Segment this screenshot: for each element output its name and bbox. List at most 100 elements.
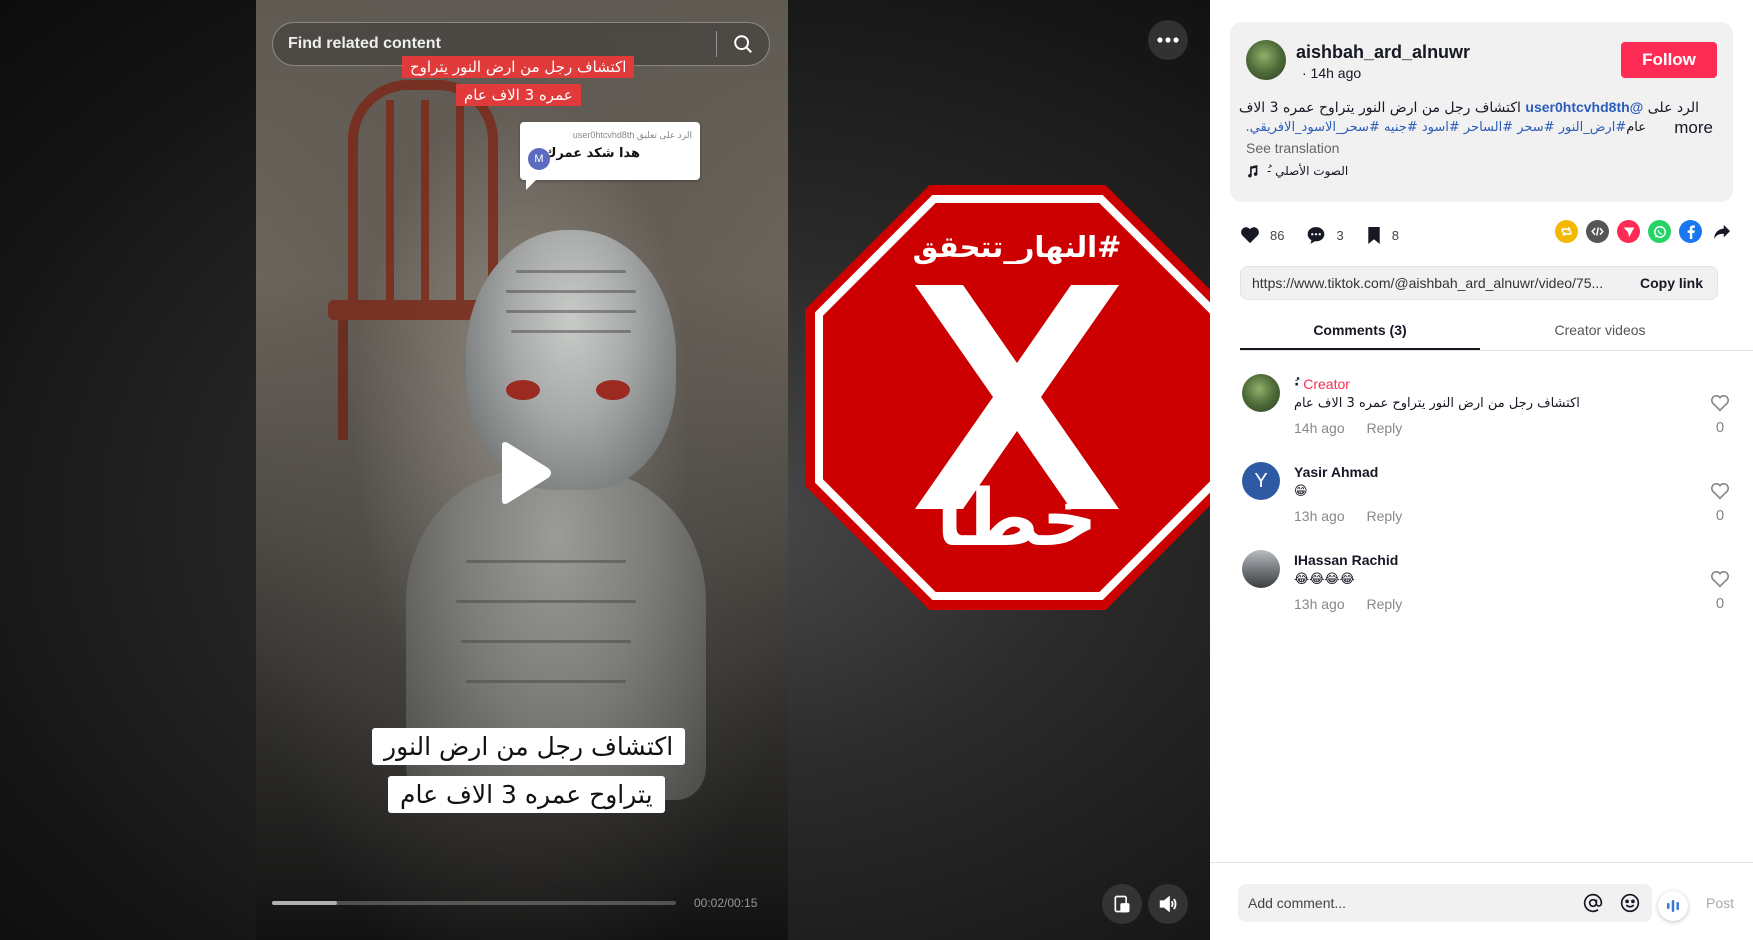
video-caption-top-line1: اكتشاف رجل من ارض النور يتراوح — [402, 56, 635, 78]
like-action[interactable]: 86 — [1240, 226, 1284, 244]
music-note-icon — [1248, 164, 1258, 178]
video-caption-bottom-line2: يتراوح عمره 3 الاف عام — [388, 776, 665, 813]
stop-sign-verdict: خطأ — [936, 467, 1097, 564]
creator-badge: Creator — [1303, 376, 1350, 392]
voice-assist-button[interactable] — [1658, 891, 1688, 921]
embed-button[interactable] — [1586, 220, 1609, 243]
search-icon — [734, 35, 752, 53]
more-link[interactable]: more — [1674, 118, 1713, 138]
comment-like-button[interactable]: 0 — [1708, 394, 1732, 436]
emoji-button[interactable] — [1620, 893, 1640, 918]
whatsapp-share-button[interactable] — [1648, 220, 1671, 243]
tab-comments[interactable]: Comments (3) — [1240, 316, 1480, 350]
comment-avatar[interactable] — [1242, 550, 1280, 588]
details-sidebar: aishbah_ard_alnuwr · 14h ago Follow الرد… — [1210, 0, 1753, 940]
comment-like-button[interactable]: 0 — [1708, 482, 1732, 524]
comment-meta: 13h ago Reply — [1294, 508, 1402, 524]
emoji-icon — [1620, 893, 1640, 913]
progress-fill — [272, 901, 337, 905]
heart-outline-icon — [1710, 395, 1730, 412]
comment-time: 13h ago — [1294, 508, 1345, 524]
search-button[interactable] — [717, 23, 769, 65]
more-options-button[interactable] — [1148, 20, 1188, 60]
comment-box — [1238, 884, 1652, 922]
bookmark-icon — [1368, 226, 1380, 244]
comment-text: 😁 — [1294, 484, 1308, 499]
tab-creator-videos[interactable]: Creator videos — [1480, 316, 1720, 350]
comment-item: IHassan Rachid 😂😂😂😂 13h ago Reply 0 — [1242, 550, 1732, 630]
comment-item: Y Yasir Ahmad 😁 13h ago Reply 0 — [1242, 462, 1732, 542]
audio-wave-icon — [1667, 900, 1679, 912]
heart-icon — [1241, 227, 1259, 244]
play-button[interactable] — [494, 440, 554, 506]
post-comment-button[interactable]: Post — [1706, 895, 1734, 911]
sidebar-tabs: Comments (3) Creator videos — [1240, 316, 1753, 351]
whatsapp-icon — [1653, 225, 1666, 238]
comment-time: 13h ago — [1294, 596, 1345, 612]
comment-meta: 14h ago Reply — [1294, 420, 1402, 436]
mention-button[interactable] — [1583, 893, 1603, 918]
author-avatar[interactable] — [1246, 40, 1286, 80]
share-link-box: https://www.tiktok.com/@aishbah_ard_alnu… — [1240, 266, 1718, 300]
comment-like-count: 0 — [1715, 507, 1725, 524]
post-info-card: aishbah_ard_alnuwr · 14h ago Follow الرد… — [1230, 22, 1733, 202]
music-row[interactable]: الصوت الأصلي -ُ — [1246, 164, 1348, 178]
embed-code-icon — [1591, 227, 1604, 236]
desc-hashtags[interactable]: #ارض_النور #سحر #الساحر #اسود #جنيه #سحر… — [1246, 120, 1626, 135]
more-share-button[interactable] — [1710, 220, 1733, 243]
comment-author[interactable]: IHassan Rachid — [1294, 552, 1398, 568]
post-time: · 14h ago — [1302, 65, 1362, 81]
comment-reply-button[interactable]: Reply — [1367, 596, 1403, 612]
heart-outline-icon — [1710, 571, 1730, 588]
facebook-icon — [1687, 224, 1695, 239]
heart-outline-icon — [1710, 483, 1730, 500]
like-count: 86 — [1270, 227, 1285, 243]
desc-mention-link[interactable]: @user0htcvhd8th — [1525, 99, 1643, 115]
comment-avatar[interactable] — [1242, 374, 1280, 412]
progress-bar[interactable] — [272, 901, 676, 905]
comment-input[interactable] — [1238, 884, 1558, 922]
fact-check-stop-sign: #النهار_تتحقق خطأ — [805, 185, 1210, 610]
facebook-share-button[interactable] — [1679, 220, 1702, 243]
play-icon — [502, 442, 551, 504]
scene-chair-slat — [456, 100, 464, 300]
comment-author[interactable]: Yasir Ahmad — [1294, 464, 1378, 480]
comment-like-count: 0 — [1715, 419, 1725, 436]
comment-time: 14h ago — [1294, 420, 1345, 436]
follow-button[interactable]: Follow — [1621, 42, 1717, 78]
comment-reply-button[interactable]: Reply — [1367, 508, 1403, 524]
floating-player-button[interactable] — [1102, 884, 1142, 924]
comment-text: 😂😂😂😂 — [1294, 572, 1355, 587]
copy-link-button[interactable]: Copy link — [1626, 275, 1717, 291]
comment-reply-button[interactable]: Reply — [1367, 420, 1403, 436]
repost-icon — [1561, 226, 1572, 237]
send-to-friends-button[interactable] — [1617, 220, 1640, 243]
desc-text: اكتشاف رجل من ارض النور يتراوح عمره 3 ال… — [1238, 100, 1521, 116]
paper-plane-icon — [1623, 227, 1634, 237]
reply-sticker-text: هدا شكد عمرك — [544, 146, 640, 161]
video-caption-top-line2: عمره 3 الاف عام — [456, 84, 581, 106]
comment-avatar[interactable]: Y — [1242, 462, 1280, 500]
see-translation-link[interactable]: See translation — [1246, 140, 1339, 156]
comment-author[interactable]: ·ُ Creator — [1294, 376, 1350, 393]
video-player-area: اكتشاف رجل من ارض النور يتراوح عمره 3 ال… — [0, 0, 1210, 940]
author-name[interactable]: aishbah_ard_alnuwr — [1296, 42, 1470, 63]
comment-meta: 13h ago Reply — [1294, 596, 1402, 612]
repost-button[interactable] — [1555, 220, 1578, 243]
share-link-url[interactable]: https://www.tiktok.com/@aishbah_ard_alnu… — [1241, 275, 1626, 291]
post-description-line2: عام#ارض_النور #سحر #الساحر #اسود #جنيه #… — [1246, 120, 1646, 135]
scene-chair-leg — [338, 320, 348, 440]
share-arrow-icon — [1713, 224, 1730, 239]
comment-like-count: 0 — [1715, 595, 1725, 612]
comment-like-button[interactable]: 0 — [1708, 570, 1732, 612]
stop-sign-hashtag: #النهار_تتحقق — [913, 230, 1122, 264]
scene-chair-slat — [386, 100, 394, 300]
save-count: 8 — [1391, 227, 1399, 243]
desc-word: عام — [1626, 120, 1646, 135]
music-title: الصوت الأصلي -ُ — [1267, 164, 1349, 178]
video-caption-bottom-line1: اكتشاف رجل من ارض النور — [372, 728, 686, 765]
volume-button[interactable] — [1148, 884, 1188, 924]
comment-action[interactable]: 3 — [1306, 226, 1344, 245]
more-dots-icon — [1157, 37, 1179, 43]
save-action[interactable]: 8 — [1366, 226, 1399, 245]
